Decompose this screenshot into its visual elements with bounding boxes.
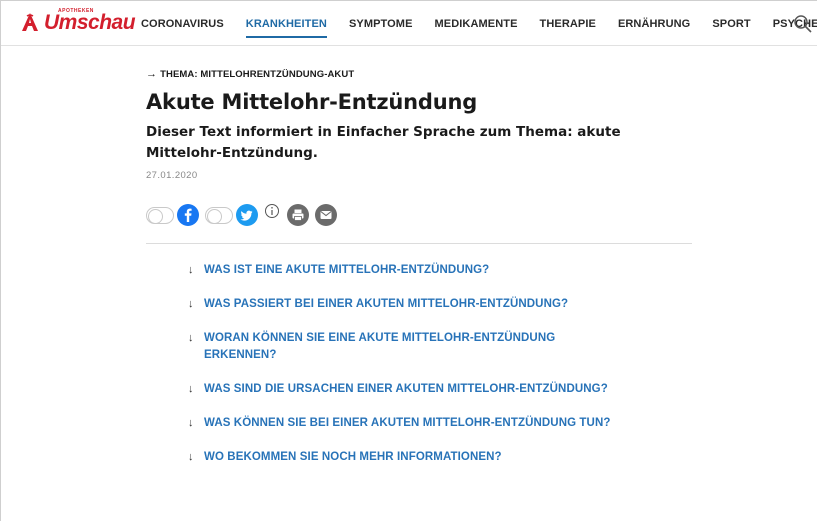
- nav-item-symptome[interactable]: SYMPTOME: [349, 1, 413, 46]
- toc-item[interactable]: ↓ WAS KÖNNEN SIE BEI EINER AKUTEN MITTEL…: [188, 415, 628, 432]
- email-icon[interactable]: [315, 204, 337, 226]
- logo-small-label: APOTHEKEN: [58, 7, 94, 14]
- publish-date: 27.01.2020: [146, 170, 198, 181]
- arrow-down-icon: ↓: [188, 264, 194, 276]
- toc-link[interactable]: WORAN KÖNNEN SIE EINE AKUTE MITTELOHR-EN…: [204, 330, 628, 364]
- search-icon[interactable]: [793, 14, 813, 34]
- nav-item-coronavirus[interactable]: CORONAVIRUS: [141, 1, 224, 46]
- arrow-down-icon: ↓: [188, 298, 194, 310]
- logo-wordmark: APOTHEKEN Umschau: [44, 7, 136, 34]
- topic-label: THEMA: MITTELOHRENTZÜNDUNG-AKUT: [160, 68, 355, 80]
- print-icon[interactable]: [287, 204, 309, 226]
- toc-item[interactable]: ↓ WAS PASSIERT BEI EINER AKUTEN MITTELOH…: [188, 296, 628, 313]
- twitter-consent-toggle[interactable]: [205, 206, 233, 224]
- table-of-contents: ↓ WAS IST EINE AKUTE MITTELOHR-ENTZÜNDUN…: [188, 262, 628, 483]
- nav-item-therapie[interactable]: THERAPIE: [540, 1, 596, 46]
- page-title: Akute Mittelohr-Entzündung: [146, 90, 478, 114]
- arrow-down-icon: ↓: [188, 451, 194, 463]
- info-icon[interactable]: [264, 203, 280, 219]
- toc-item[interactable]: ↓ WORAN KÖNNEN SIE EINE AKUTE MITTELOHR-…: [188, 330, 628, 364]
- toc-item[interactable]: ↓ WAS SIND DIE URSACHEN EINER AKUTEN MIT…: [188, 381, 628, 398]
- share-bar: [146, 203, 343, 227]
- nav-item-sport[interactable]: SPORT: [712, 1, 750, 46]
- arrow-down-icon: ↓: [188, 332, 194, 344]
- toc-link[interactable]: WAS KÖNNEN SIE BEI EINER AKUTEN MITTELOH…: [204, 415, 611, 432]
- site-logo[interactable]: APOTHEKEN Umschau: [19, 7, 136, 35]
- section-divider: [146, 243, 692, 244]
- toc-item[interactable]: ↓ WAS IST EINE AKUTE MITTELOHR-ENTZÜNDUN…: [188, 262, 628, 279]
- logo-text: Umschau: [44, 10, 136, 34]
- topic-breadcrumb[interactable]: → THEMA: MITTELOHRENTZÜNDUNG-AKUT: [146, 68, 354, 80]
- arrow-down-icon: ↓: [188, 383, 194, 395]
- arrow-down-icon: ↓: [188, 417, 194, 429]
- toc-link[interactable]: WAS SIND DIE URSACHEN EINER AKUTEN MITTE…: [204, 381, 608, 398]
- toc-link[interactable]: WAS PASSIERT BEI EINER AKUTEN MITTELOHR-…: [204, 296, 568, 313]
- site-header: APOTHEKEN Umschau CORONAVIRUS KRANKHEITE…: [1, 1, 817, 46]
- facebook-icon[interactable]: [177, 204, 199, 226]
- facebook-consent-toggle[interactable]: [146, 206, 174, 224]
- toc-link[interactable]: WO BEKOMMEN SIE NOCH MEHR INFORMATIONEN?: [204, 449, 502, 466]
- toc-link[interactable]: WAS IST EINE AKUTE MITTELOHR-ENTZÜNDUNG?: [204, 262, 489, 279]
- page-subtitle: Dieser Text informiert in Einfacher Spra…: [146, 124, 621, 161]
- twitter-icon[interactable]: [236, 204, 258, 226]
- main-nav: CORONAVIRUS KRANKHEITEN SYMPTOME MEDIKAM…: [141, 1, 817, 46]
- nav-item-ernaehrung[interactable]: ERNÄHRUNG: [618, 1, 690, 46]
- toc-item[interactable]: ↓ WO BEKOMMEN SIE NOCH MEHR INFORMATIONE…: [188, 449, 628, 466]
- arrow-right-icon: →: [146, 68, 158, 80]
- apotheke-a-logo-icon: [19, 11, 41, 33]
- nav-item-medikamente[interactable]: MEDIKAMENTE: [435, 1, 518, 46]
- nav-item-krankheiten[interactable]: KRANKHEITEN: [245, 1, 328, 46]
